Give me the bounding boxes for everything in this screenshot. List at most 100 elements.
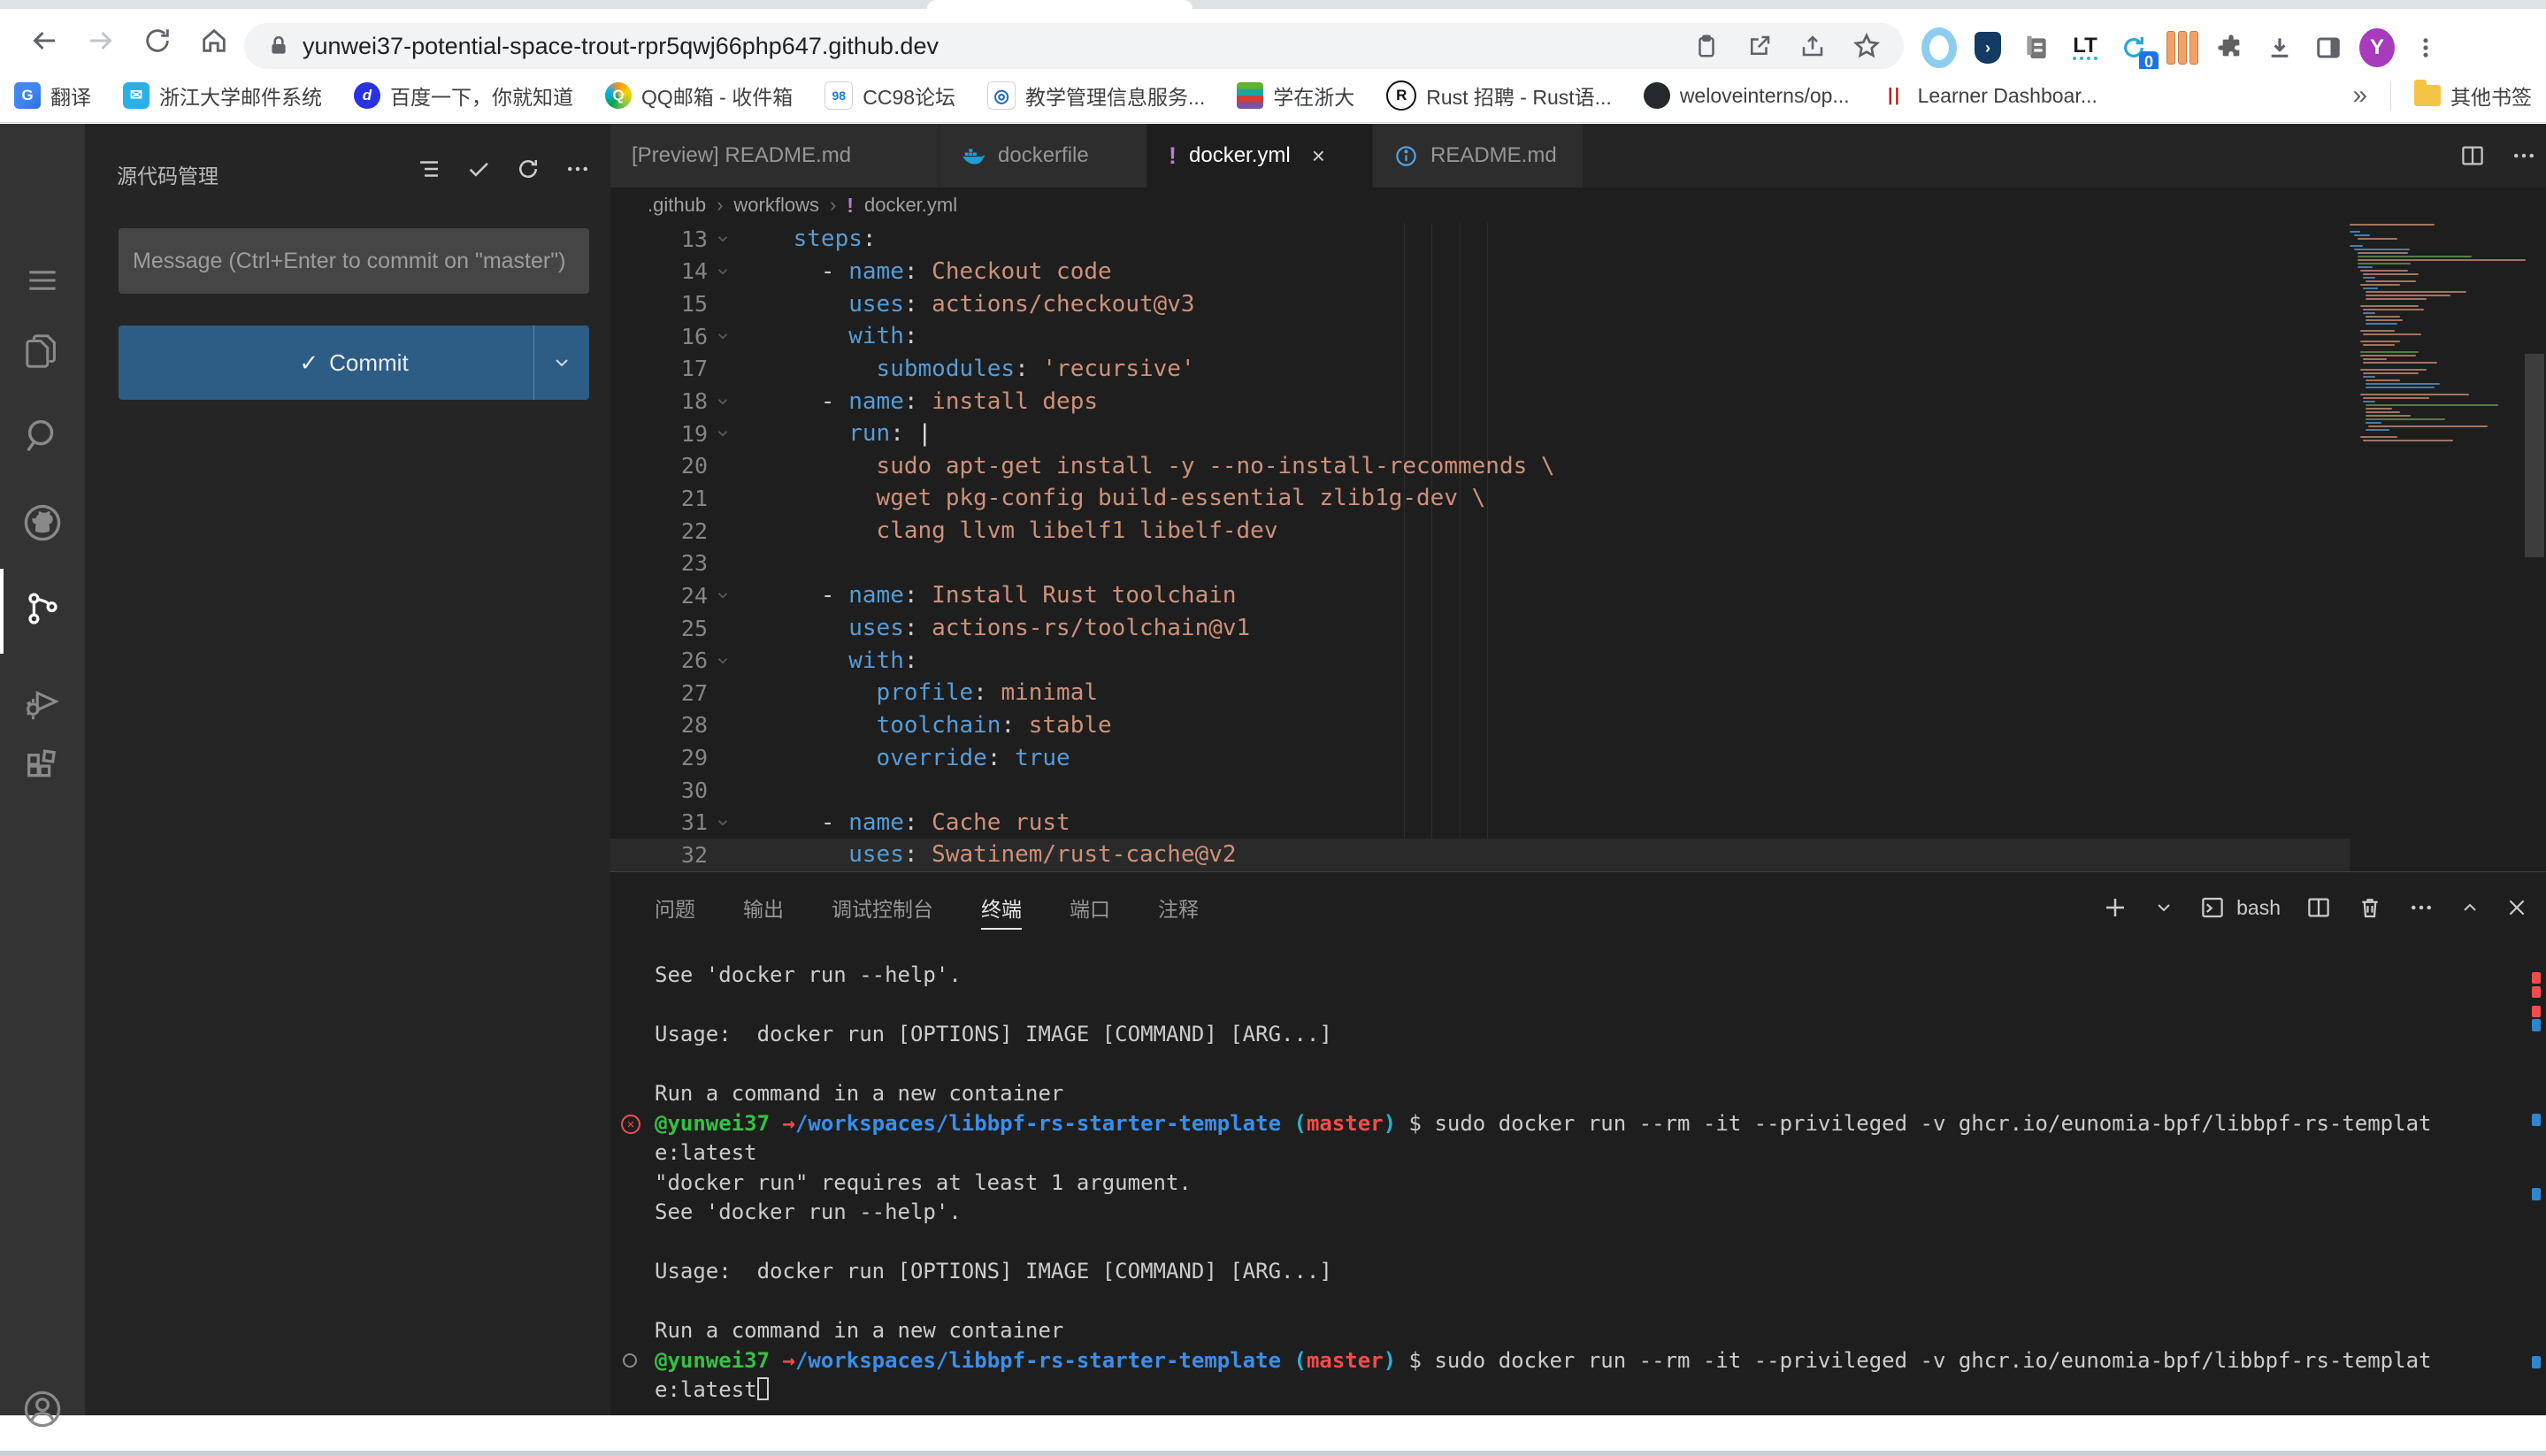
explorer-icon[interactable] — [0, 318, 85, 385]
bookmark-star-icon[interactable] — [1852, 32, 1881, 60]
browser-menu-icon[interactable] — [2408, 30, 2443, 65]
languagetool-icon[interactable]: LT — [2067, 30, 2103, 65]
refresh-icon[interactable] — [515, 156, 541, 182]
extension-shield-icon[interactable]: › — [1970, 30, 2005, 65]
view-as-list-icon[interactable] — [416, 156, 442, 182]
bookmark-item[interactable]: ||Learner Dashboar... — [1882, 82, 2097, 109]
code-line[interactable]: 28 toolchain: stable — [610, 709, 2350, 742]
split-editor-icon[interactable] — [2459, 142, 2486, 169]
kill-terminal-icon[interactable] — [2357, 894, 2383, 921]
url-text[interactable]: yunwei37-potential-space-trout-rpr5qwj66… — [303, 33, 939, 60]
extensions-icon[interactable] — [0, 734, 85, 801]
search-icon[interactable] — [0, 402, 85, 470]
code-line[interactable]: 32 uses: Swatinem/rust-cache@v2 — [610, 839, 2350, 871]
code-line[interactable]: 13 steps: — [610, 223, 2350, 256]
bookmark-item[interactable]: ◎教学管理信息服务... — [987, 80, 1205, 111]
code-line[interactable]: 18 - name: install deps — [610, 385, 2350, 418]
fold-chevron-icon[interactable] — [708, 815, 738, 831]
code-line[interactable]: 15 uses: actions/checkout@v3 — [610, 287, 2350, 320]
more-actions-icon[interactable] — [564, 156, 591, 182]
run-debug-icon[interactable] — [0, 668, 85, 735]
editor-more-icon[interactable] — [2511, 142, 2537, 169]
address-bar[interactable]: yunwei37-potential-space-trout-rpr5qwj66… — [244, 23, 1904, 69]
bookmark-item[interactable]: d百度一下，你就知道 — [354, 80, 573, 111]
panel-tab[interactable]: 调试控制台 — [832, 872, 933, 943]
source-control-icon[interactable] — [0, 575, 85, 642]
extension-notes-icon[interactable] — [2019, 30, 2054, 65]
clipboard-icon[interactable] — [1693, 33, 1720, 59]
bookmark-item[interactable]: 学在浙大 — [1237, 80, 1354, 111]
fold-chevron-icon[interactable] — [708, 425, 738, 441]
breadcrumb-file[interactable]: docker.yml — [864, 194, 957, 217]
extension-ring-icon[interactable] — [1921, 30, 1957, 65]
fold-chevron-icon[interactable] — [708, 328, 738, 344]
other-bookmarks[interactable]: 其他书签 — [2414, 80, 2532, 111]
code-line[interactable]: 23 — [610, 547, 2350, 579]
editor-tab[interactable]: !docker.yml× — [1147, 124, 1373, 188]
breadcrumb-folder[interactable]: workflows — [733, 194, 819, 217]
code-line[interactable]: 24 - name: Install Rust toolchain — [610, 579, 2350, 612]
maximize-panel-icon[interactable] — [2459, 897, 2481, 918]
terminal-instance[interactable]: bash — [2199, 894, 2281, 921]
fold-chevron-icon[interactable] — [708, 231, 738, 247]
code-line[interactable]: 25 uses: actions-rs/toolchain@v1 — [610, 612, 2350, 645]
share-icon[interactable] — [1799, 33, 1826, 59]
sidebar-toggle-icon[interactable] — [2311, 30, 2346, 65]
code-line[interactable]: 31 - name: Cache rust — [610, 807, 2350, 839]
github-icon[interactable] — [0, 489, 85, 556]
bookmark-item[interactable]: G翻译 — [14, 80, 91, 111]
browser-active-tab[interactable] — [927, 0, 1192, 9]
panel-tab[interactable]: 终端 — [981, 872, 1022, 943]
bookmark-item[interactable]: QQQ邮箱 - 收件箱 — [605, 80, 793, 111]
terminal-picker-chevron-icon[interactable] — [2153, 897, 2174, 918]
reload-icon[interactable] — [138, 21, 177, 60]
split-terminal-icon[interactable] — [2305, 894, 2332, 921]
forward-icon[interactable] — [81, 21, 120, 60]
code-line[interactable]: 19 run: | — [610, 418, 2350, 450]
panel-tab[interactable]: 输出 — [743, 872, 784, 943]
fold-chevron-icon[interactable] — [708, 264, 738, 280]
editor-scrollbar[interactable] — [2523, 223, 2546, 871]
panel-more-icon[interactable] — [2408, 894, 2435, 921]
breadcrumb[interactable]: .github › workflows › ! docker.yml — [610, 188, 2546, 223]
commit-message-input[interactable] — [119, 228, 589, 294]
panel-tab[interactable]: 端口 — [1070, 872, 1110, 943]
code-line[interactable]: 14 - name: Checkout code — [610, 256, 2350, 288]
panel-tab[interactable]: 注释 — [1158, 872, 1199, 943]
minimap[interactable] — [2350, 223, 2523, 871]
close-panel-icon[interactable] — [2505, 896, 2528, 919]
code-line[interactable]: 30 — [610, 774, 2350, 807]
code-line[interactable]: 27 profile: minimal — [610, 677, 2350, 709]
pens-icon[interactable] — [2165, 30, 2200, 65]
puzzle-extensions-icon[interactable] — [2213, 30, 2249, 65]
refresh-badge-icon[interactable]: 0 — [2116, 30, 2151, 65]
code-line[interactable]: 29 override: true — [610, 741, 2350, 774]
account-icon[interactable] — [0, 1376, 85, 1443]
editor-tab[interactable]: dockerfile — [939, 124, 1147, 188]
close-tab-icon[interactable]: × — [1312, 142, 1325, 170]
breadcrumb-folder[interactable]: .github — [648, 194, 706, 217]
back-icon[interactable] — [25, 21, 64, 60]
fold-chevron-icon[interactable] — [708, 394, 738, 410]
fold-chevron-icon[interactable] — [708, 653, 738, 669]
bookmark-item[interactable]: weloveinterns/op... — [1644, 82, 1850, 109]
code-line[interactable]: 21 wget pkg-config build-essential zlib1… — [610, 482, 2350, 515]
bookmarks-overflow-icon[interactable]: » — [2352, 80, 2367, 111]
code-line[interactable]: 26 with: — [610, 644, 2350, 677]
editor-tab[interactable]: README.md — [1373, 124, 1584, 188]
commit-button[interactable]: ✓ Commit — [119, 326, 589, 400]
downloads-icon[interactable] — [2262, 30, 2297, 65]
code-line[interactable]: 17 submodules: 'recursive' — [610, 353, 2350, 386]
code-editor[interactable]: 13 steps:14 - name: Checkout code15 uses… — [610, 223, 2350, 871]
panel-tab[interactable]: 问题 — [655, 872, 695, 943]
commit-check-icon[interactable] — [465, 156, 492, 182]
code-line[interactable]: 20 sudo apt-get install -y --no-install-… — [610, 449, 2350, 482]
editor-tab[interactable]: [Preview] README.md — [610, 124, 939, 188]
menu-hamburger-icon[interactable] — [0, 247, 85, 314]
profile-avatar[interactable]: Y — [2359, 30, 2395, 65]
bookmark-item[interactable]: ✉浙江大学邮件系统 — [123, 80, 322, 111]
open-in-new-icon[interactable] — [1746, 33, 1773, 59]
bookmark-item[interactable]: RRust 招聘 - Rust语... — [1386, 80, 1612, 111]
terminal-output[interactable]: See 'docker run --help'.Usage: docker ru… — [610, 943, 2546, 1415]
new-terminal-icon[interactable] — [2102, 894, 2128, 921]
